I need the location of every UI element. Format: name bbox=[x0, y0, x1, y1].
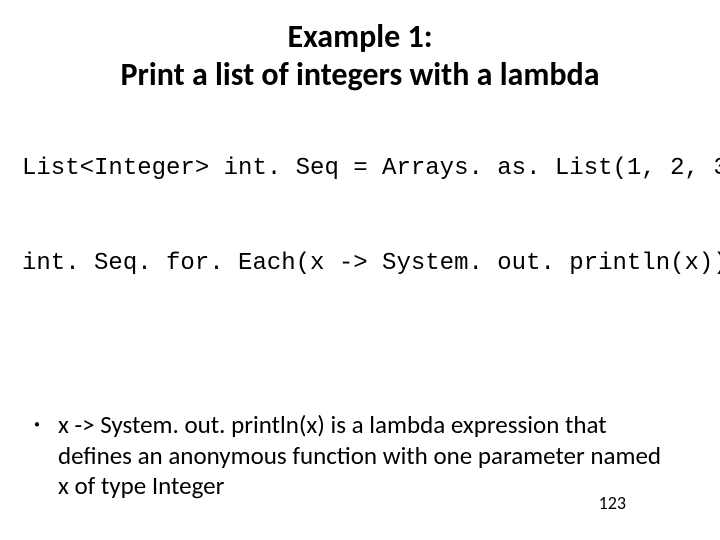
slide: Example 1: Print a list of integers with… bbox=[0, 0, 720, 540]
bullet-text: x -> System. out. println(x) is a lambda… bbox=[58, 410, 668, 502]
bullet-icon: • bbox=[34, 410, 40, 440]
code-line-1: List<Integer> int. Seq = Arrays. as. Lis… bbox=[22, 155, 720, 182]
page-number: 123 bbox=[599, 492, 626, 514]
slide-title: Example 1: Print a list of integers with… bbox=[0, 18, 720, 94]
code-line-2: int. Seq. for. Each(x -> System. out. pr… bbox=[22, 250, 720, 277]
title-line-2: Print a list of integers with a lambda bbox=[0, 56, 720, 94]
bullet-item: • x -> System. out. println(x) is a lamb… bbox=[34, 410, 690, 502]
title-line-1: Example 1: bbox=[0, 18, 720, 56]
